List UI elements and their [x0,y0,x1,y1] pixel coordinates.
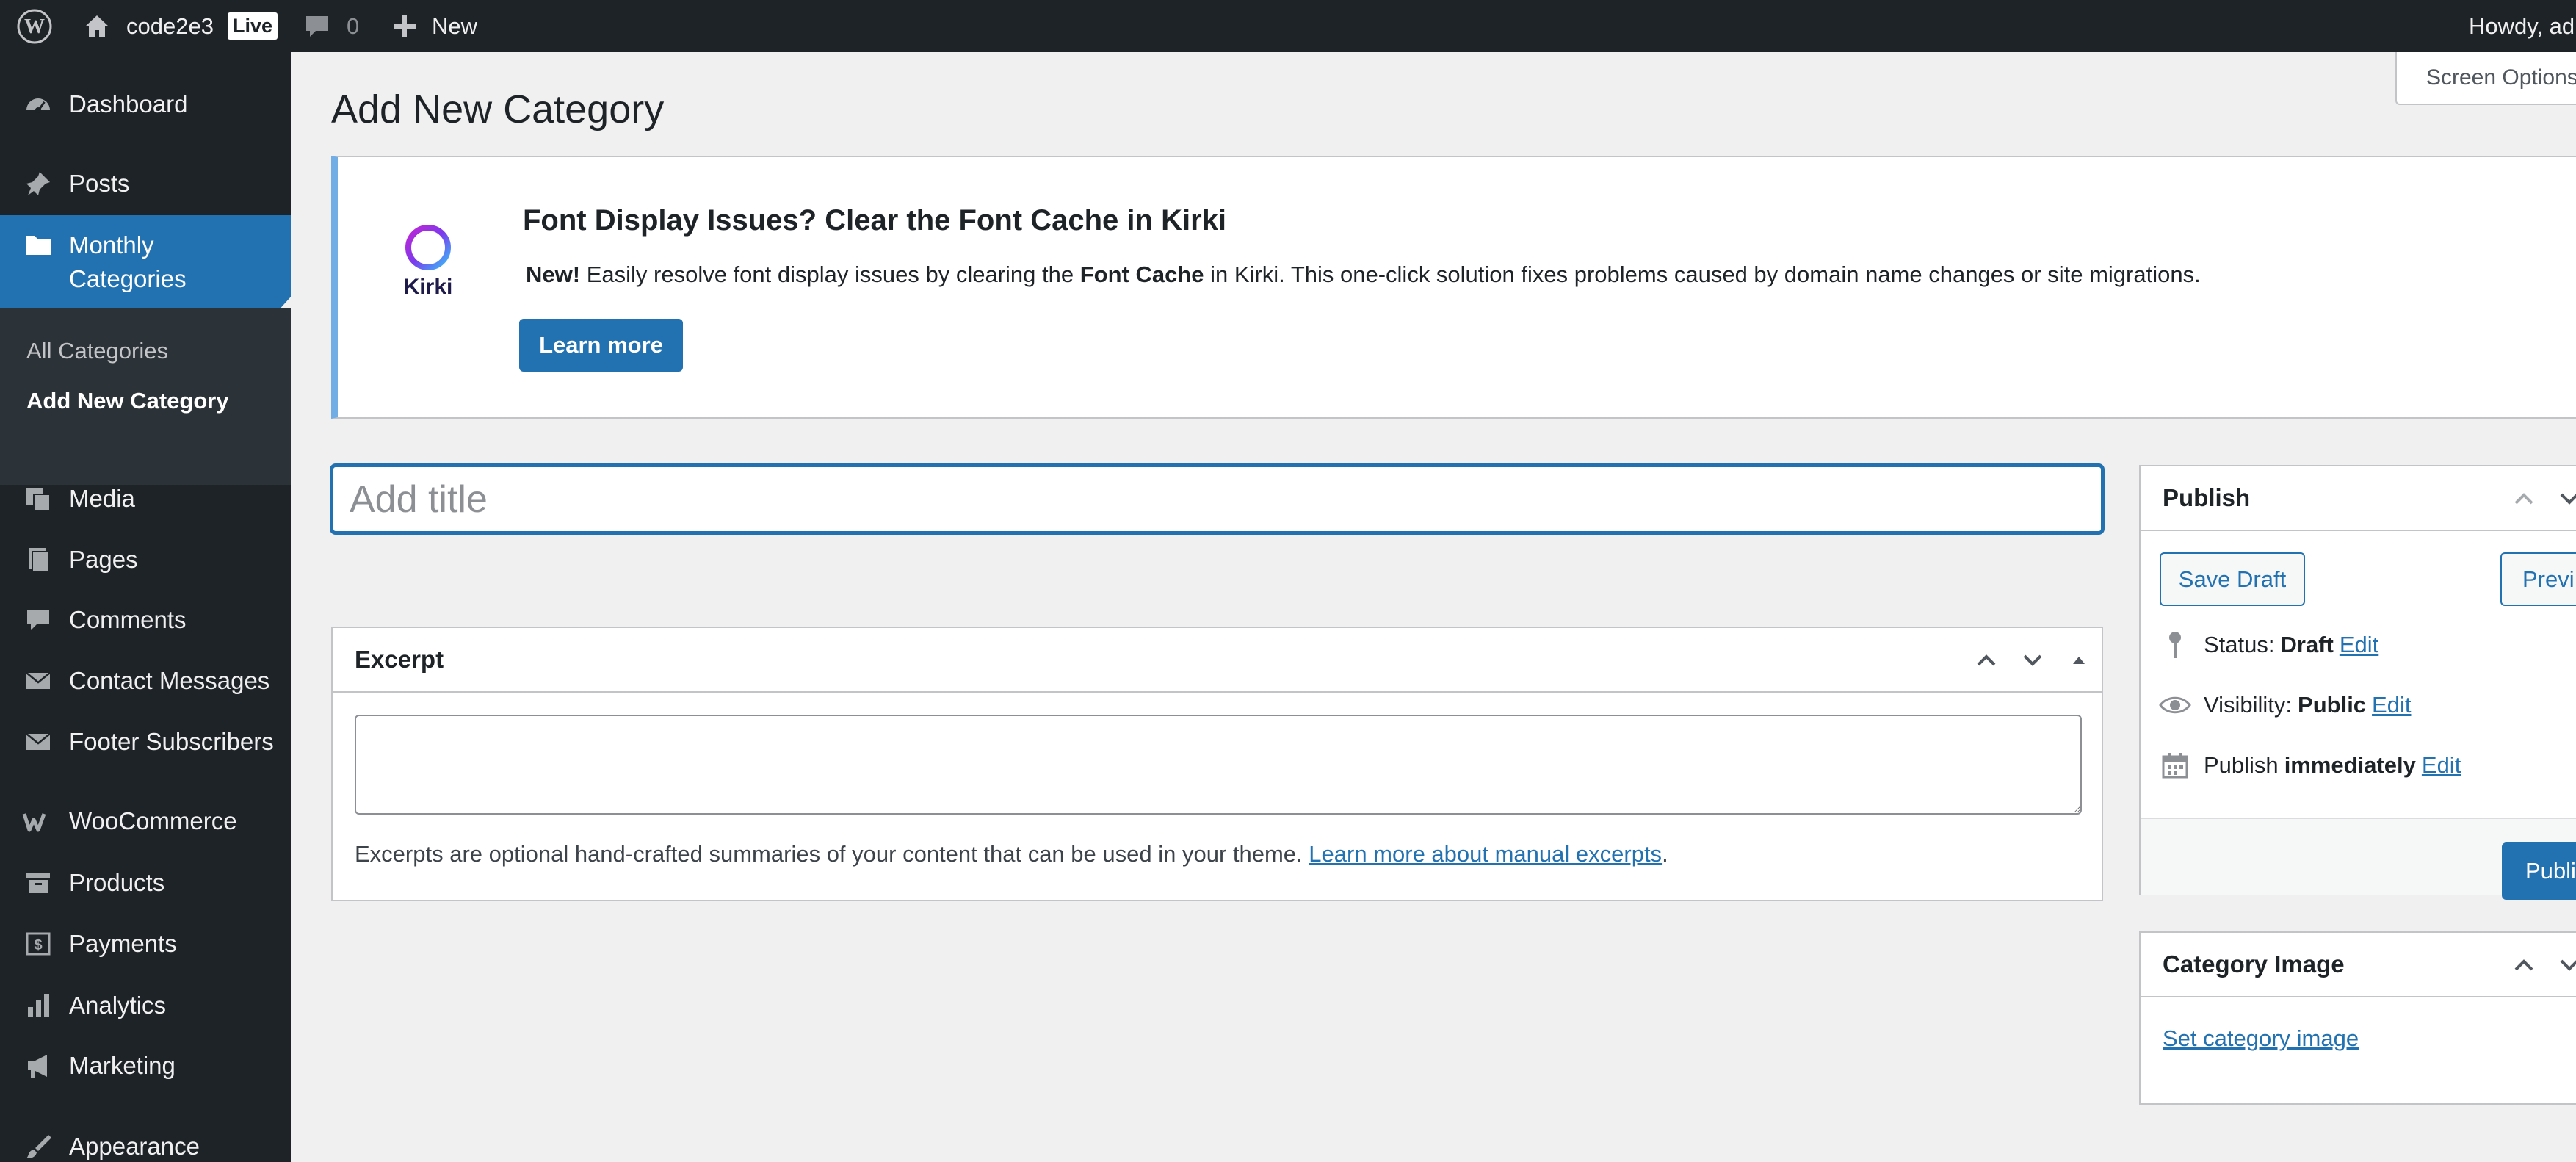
sidebar-item-woocommerce[interactable]: WooCommerce [0,803,291,840]
howdy-user-link[interactable]: Howdy, ad [2469,0,2575,52]
site-name-link[interactable]: code2e3 [126,0,214,52]
move-up-icon[interactable] [2509,950,2539,980]
calendar-icon [2158,748,2192,782]
collapse-toggle-icon[interactable] [2064,646,2094,675]
new-content-link[interactable]: New [432,0,477,52]
category-image-title: Category Image [2163,950,2345,978]
save-draft-button[interactable]: Save Draft [2160,552,2305,606]
learn-more-button[interactable]: Learn more [519,319,683,372]
pin-icon [2158,628,2192,662]
move-up-icon[interactable] [2509,484,2539,513]
title-input[interactable] [331,465,2103,533]
sidebar-item-pages[interactable]: Pages [0,541,291,578]
payments-icon: $ [22,928,54,960]
megaphone-icon [22,1050,54,1082]
move-down-icon[interactable] [2018,646,2047,675]
woocommerce-icon [22,805,54,837]
media-icon [22,483,54,515]
publish-actions: Publi [2141,818,2576,900]
submenu: All Categories Add New Category [0,308,291,485]
comments-icon[interactable] [303,0,332,52]
sidebar-item-appearance[interactable]: Appearance [0,1128,291,1162]
sidebar-item-payments[interactable]: $ Payments [0,925,291,962]
publish-date-value: immediately [2284,752,2416,778]
live-badge: Live [228,12,278,40]
sidebar-item-monthly-categories-label: Monthly Categories [69,231,187,292]
publish-postbox: Publish Save Draft Previ Status: Draft E… [2139,465,2576,900]
set-category-image-link[interactable]: Set category image [2163,1025,2359,1052]
archive-icon [22,867,54,899]
edit-visibility-link[interactable]: Edit [2372,692,2411,718]
admin-sidebar: Dashboard Posts Monthly Categories All C… [0,52,291,1162]
admin-bar: W code2e3 Live 0 New Howdy, ad [0,0,2576,52]
kirki-logo: Kirki [395,214,461,303]
excerpt-header: Excerpt [333,628,2102,693]
svg-text:$: $ [34,937,42,953]
eye-icon [2158,688,2192,722]
notice-text: New! Easily resolve font display issues … [526,261,2201,287]
sidebar-item-contact-messages[interactable]: Contact Messages [0,663,291,699]
category-image-header: Category Image [2141,933,2576,997]
plus-icon[interactable] [391,0,419,52]
visibility-row: Visibility: Public Edit [2158,688,2411,722]
sidebar-item-media[interactable]: Media [0,480,291,517]
dashboard-icon [22,88,54,120]
excerpt-textarea[interactable] [355,715,2082,815]
notice-title: Font Display Issues? Clear the Font Cach… [523,204,1226,237]
sidebar-item-comments[interactable]: Comments [0,602,291,638]
excerpt-help-text: Excerpts are optional hand-crafted summa… [355,841,1668,867]
home-icon[interactable] [82,0,112,52]
sidebar-item-marketing[interactable]: Marketing [0,1047,291,1084]
publish-header: Publish [2141,466,2576,531]
sidebar-item-products[interactable]: Products [0,865,291,901]
excerpt-learn-more-link[interactable]: Learn more about manual excerpts [1309,841,1662,867]
excerpt-postbox: Excerpt Excerpts are optional hand-craft… [331,627,2103,901]
comments-count[interactable]: 0 [347,0,359,52]
move-down-icon[interactable] [2555,950,2576,980]
pushpin-icon [22,167,54,200]
submenu-add-new-category[interactable]: Add New Category [26,388,229,414]
excerpt-title: Excerpt [355,646,444,673]
sidebar-item-footer-subscribers[interactable]: Footer Subscribers [0,723,291,760]
sidebar-item-analytics[interactable]: Analytics [0,987,291,1024]
wordpress-logo-icon[interactable]: W [16,0,53,52]
visibility-value: Public [2298,692,2367,718]
category-image-postbox: Category Image Set category image [2139,931,2576,1105]
preview-button[interactable]: Previ [2500,552,2576,606]
page-title: Add New Category [331,87,665,131]
publish-date-row: Publish immediately Edit [2158,748,2461,782]
edit-status-link[interactable]: Edit [2340,632,2378,658]
edit-publish-date-link[interactable]: Edit [2422,752,2461,779]
sidebar-item-dashboard[interactable]: Dashboard [0,86,291,123]
publish-title: Publish [2163,484,2251,511]
bar-chart-icon [22,989,54,1022]
email-icon [22,665,54,697]
kirki-notice: Kirki Font Display Issues? Clear the Fon… [331,156,2576,419]
status-value: Draft [2280,632,2334,657]
sidebar-item-posts[interactable]: Posts [0,165,291,202]
comment-icon [22,604,54,636]
screen-options-button[interactable]: Screen Options [2395,52,2576,105]
kirki-logo-text: Kirki [403,275,453,299]
email-icon [22,726,54,758]
publish-button[interactable]: Publi [2502,842,2576,900]
move-up-icon[interactable] [1972,646,2001,675]
move-down-icon[interactable] [2555,484,2576,513]
status-row: Status: Draft Edit [2158,628,2378,662]
svg-text:W: W [24,15,45,38]
pages-icon [22,544,54,576]
paintbrush-icon [22,1130,54,1162]
submenu-all-categories[interactable]: All Categories [26,338,168,364]
folder-icon [22,228,54,261]
